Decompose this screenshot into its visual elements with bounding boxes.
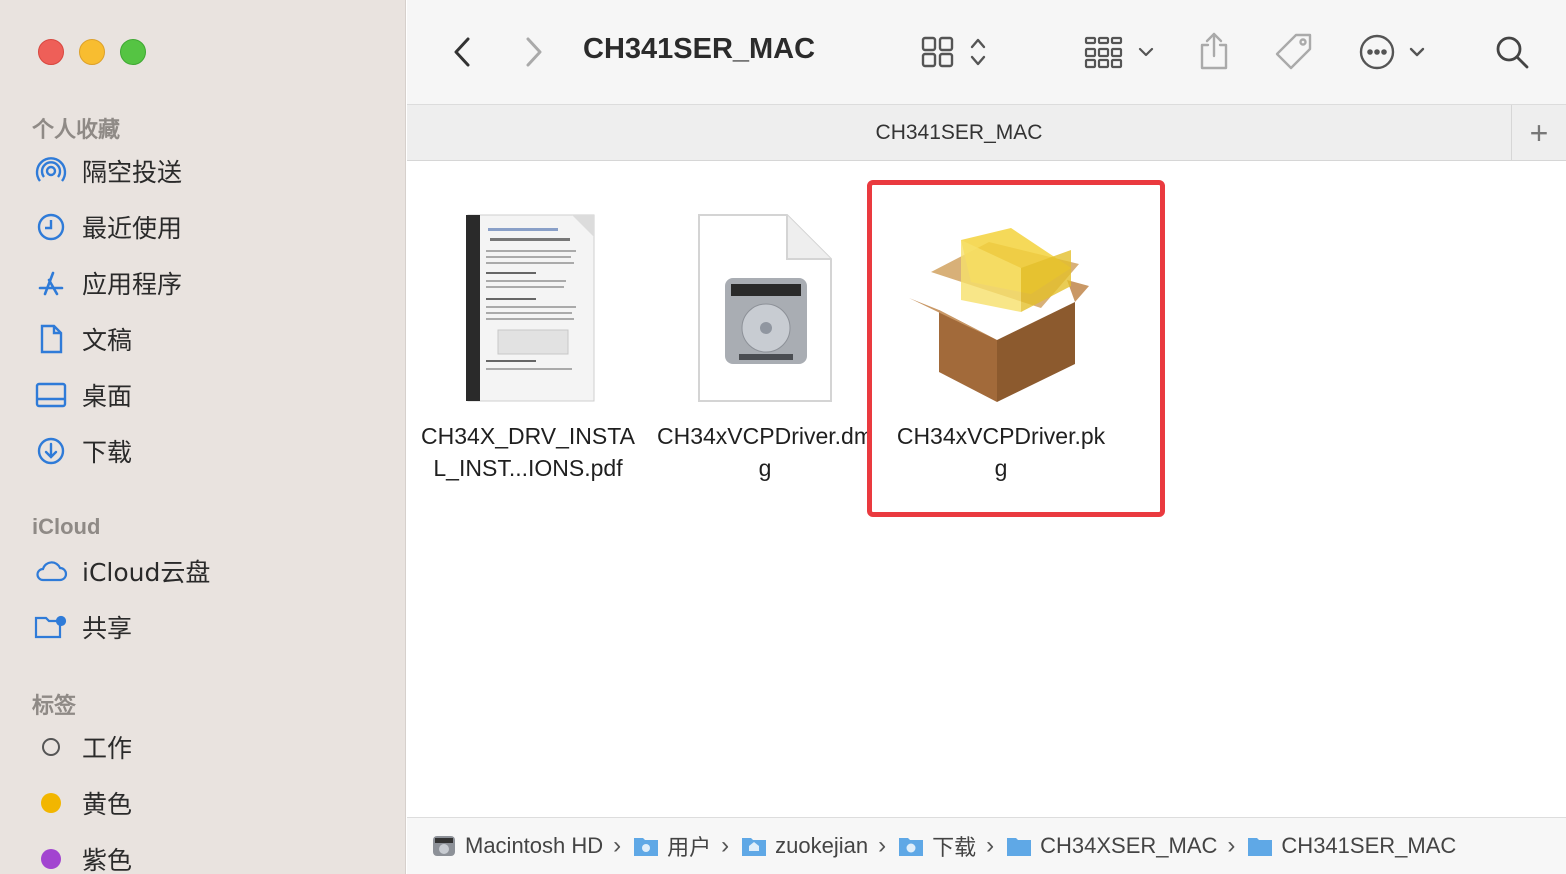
sidebar-item-icloud-drive[interactable]: iCloud云盘	[34, 549, 384, 593]
home-folder-icon	[742, 838, 767, 856]
tag-dot-icon	[34, 786, 68, 820]
window-title: CH341SER_MAC	[583, 33, 816, 65]
chevron-right-icon: ›	[1227, 832, 1236, 859]
path-item-label: 用户	[667, 835, 712, 860]
sidebar-item-downloads[interactable]: 下载	[34, 429, 384, 473]
applications-icon	[34, 266, 68, 300]
tags-section-title: 标签	[32, 693, 77, 718]
download-icon	[34, 434, 68, 468]
sidebar-item-documents[interactable]: 文稿	[34, 317, 384, 361]
clock-icon	[34, 210, 68, 244]
sidebar-item-recents[interactable]: 最近使用	[34, 205, 384, 249]
sidebar-item-label: 桌面	[82, 382, 133, 411]
group-by-button[interactable]	[1082, 34, 1158, 70]
zoom-button[interactable]	[120, 39, 146, 65]
file-name: CH34X_DRV_INSTAL_INST...IONS.pdf	[421, 423, 635, 481]
file-item-pdf[interactable]: CH34X_DRV_INSTAL_INST...IONS.pdf	[418, 210, 638, 484]
path-item-macintosh-hd[interactable]: Macintosh HD	[431, 833, 603, 859]
favorites-section-title: 个人收藏	[32, 117, 121, 142]
share-button[interactable]	[1196, 30, 1232, 72]
icloud-section-title: iCloud	[32, 514, 101, 539]
path-item-label: CH34XSER_MAC	[1040, 833, 1218, 858]
sidebar-tag-work[interactable]: 工作	[34, 725, 384, 769]
window-controls	[38, 39, 146, 65]
sidebar-item-label: 文稿	[82, 326, 133, 355]
close-button[interactable]	[38, 39, 64, 65]
chevron-left-icon	[454, 37, 470, 67]
sidebar-item-label: 最近使用	[82, 214, 183, 243]
file-item-dmg[interactable]: CH34xVCPDriver.dmg	[655, 210, 875, 484]
sidebar-item-airdrop[interactable]: 隔空投送	[34, 149, 384, 193]
path-item-ch341ser-mac[interactable]: CH341SER_MAC	[1247, 833, 1456, 859]
tag-icon	[1275, 33, 1312, 70]
sidebar-item-label: 黄色	[82, 790, 133, 819]
sidebar-item-label: 紫色	[82, 846, 133, 874]
sidebar-item-label: 工作	[82, 734, 133, 763]
folder-icon	[1248, 838, 1273, 856]
sidebar: 个人收藏 隔空投送 最近使用 应用程序 文稿 桌面 下载 iCloud iClo…	[0, 0, 406, 874]
sidebar-item-label: 共享	[82, 614, 133, 643]
tab-current[interactable]: CH341SER_MAC	[407, 121, 1511, 145]
sidebar-item-applications[interactable]: 应用程序	[34, 261, 384, 305]
file-name: CH34xVCPDriver.dmg	[657, 423, 873, 481]
tag-circle-icon	[34, 730, 68, 764]
search-button[interactable]	[1492, 32, 1532, 72]
path-item-label: 下载	[932, 835, 977, 860]
sidebar-item-label: 下载	[82, 438, 133, 467]
finder-window: 个人收藏 隔空投送 最近使用 应用程序 文稿 桌面 下载 iCloud iClo…	[0, 0, 1566, 874]
pdf-document-icon	[418, 210, 638, 420]
airdrop-icon	[34, 154, 68, 188]
path-item-downloads[interactable]: 下载	[898, 830, 976, 862]
path-item-home[interactable]: zuokejian	[741, 833, 868, 859]
chevron-right-icon: ›	[613, 832, 622, 859]
minimize-button[interactable]	[79, 39, 105, 65]
tab-bar: CH341SER_MAC +	[407, 104, 1566, 161]
new-tab-button[interactable]: +	[1511, 105, 1566, 161]
hard-drive-icon	[433, 836, 455, 856]
share-icon	[1200, 32, 1228, 70]
sidebar-item-shared[interactable]: 共享	[34, 605, 384, 649]
tag-button[interactable]	[1272, 30, 1316, 74]
view-icons-button[interactable]	[920, 34, 992, 70]
document-icon	[34, 322, 68, 356]
chevron-right-icon: ›	[986, 832, 995, 859]
sidebar-item-desktop[interactable]: 桌面	[34, 373, 384, 417]
path-item-users[interactable]: 用户	[633, 830, 711, 862]
group-grid-icon	[1084, 36, 1154, 69]
chevron-right-icon	[526, 37, 542, 67]
forward-button[interactable]	[519, 34, 549, 70]
users-folder-icon	[634, 838, 659, 856]
grid-view-icon	[921, 36, 986, 68]
desktop-icon	[34, 378, 68, 412]
more-actions-button[interactable]	[1358, 32, 1430, 72]
ellipsis-circle-icon	[1359, 34, 1425, 70]
folder-icon	[1007, 838, 1032, 856]
sidebar-item-label: iCloud云盘	[82, 558, 211, 587]
sidebar-tag-yellow[interactable]: 黄色	[34, 781, 384, 825]
tag-dot-icon	[34, 842, 68, 874]
search-icon	[1496, 36, 1529, 69]
chevron-right-icon: ›	[721, 832, 730, 859]
sidebar-tag-purple[interactable]: 紫色	[34, 837, 384, 874]
path-item-label: CH341SER_MAC	[1281, 833, 1457, 858]
sidebar-item-label: 隔空投送	[82, 158, 183, 187]
downloads-folder-icon	[899, 838, 924, 856]
cloud-icon	[34, 554, 68, 588]
path-item-ch34xser-mac[interactable]: CH34XSER_MAC	[1006, 833, 1217, 859]
disk-image-icon	[655, 210, 875, 420]
path-bar: Macintosh HD › 用户 › zuokejian › 下载 › CH3…	[407, 817, 1566, 874]
path-item-label: Macintosh HD	[465, 833, 604, 858]
back-button[interactable]	[447, 34, 477, 70]
chevron-right-icon: ›	[878, 832, 887, 859]
shared-folder-icon	[34, 610, 68, 644]
sidebar-item-label: 应用程序	[82, 270, 183, 299]
selection-highlight-box	[867, 180, 1165, 517]
path-item-label: zuokejian	[775, 833, 869, 858]
